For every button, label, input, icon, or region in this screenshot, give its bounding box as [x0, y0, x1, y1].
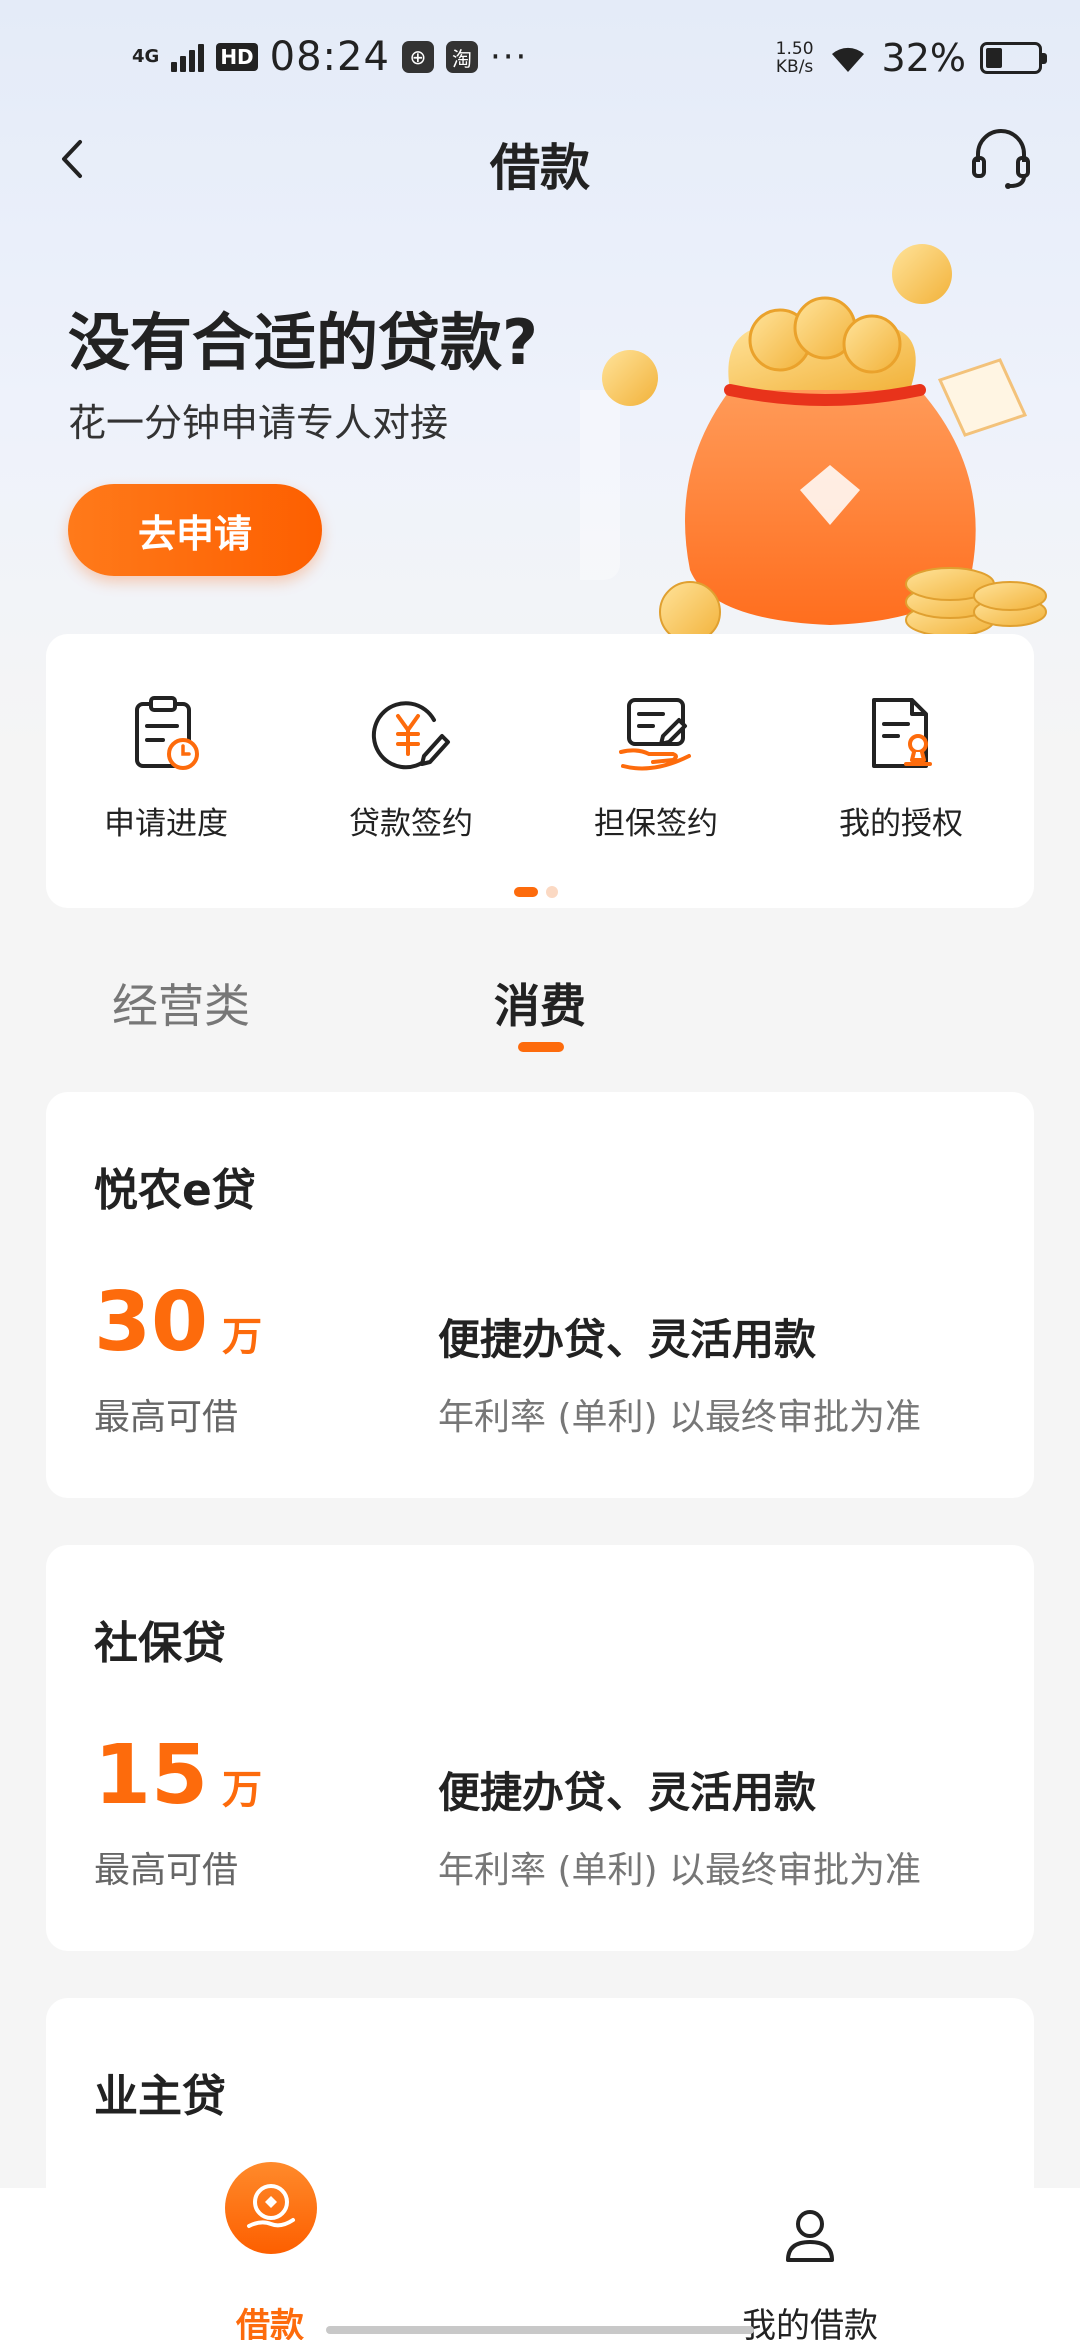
- apply-button[interactable]: 去申请: [68, 484, 322, 576]
- quick-item-application-progress[interactable]: 申请进度: [66, 690, 266, 843]
- product-slogan: 便捷办贷、灵活用款: [438, 1768, 817, 1817]
- home-indicator: [326, 2326, 754, 2334]
- signal-icon: [171, 42, 205, 72]
- quick-item-my-authorization[interactable]: 我的授权: [801, 690, 1001, 843]
- quick-item-label: 申请进度: [104, 806, 228, 842]
- wifi-icon: [831, 47, 864, 72]
- battery-level: [986, 48, 1002, 68]
- hand-document-icon: [619, 698, 691, 771]
- product-name: 悦农e贷: [94, 1165, 256, 1216]
- quick-item-guarantee-signing[interactable]: 担保签约: [556, 690, 756, 843]
- product-name: 社保贷: [94, 1618, 226, 1669]
- money-bag-illustration: [580, 244, 1047, 640]
- max-amount: 30 万: [94, 1282, 262, 1364]
- banner-subtitle: 花一分钟申请专人对接: [68, 401, 449, 445]
- max-amount-unit: 万: [222, 1767, 263, 1813]
- max-amount-caption: 最高可借: [94, 1397, 239, 1438]
- product-name: 业主贷: [94, 2071, 226, 2122]
- max-amount: 15 万: [94, 1735, 262, 1817]
- battery-icon: [980, 42, 1047, 74]
- max-amount-unit: 万: [222, 1314, 263, 1360]
- taobao-notification-icon: 淘: [445, 41, 478, 73]
- bottom-navigation: 借款 我的借款: [0, 2162, 1080, 2340]
- document-stamp-icon: [872, 698, 932, 768]
- product-card-social-security-loan[interactable]: 社保贷 15 万 最高可借 便捷办贷、灵活用款 年利率 (单利) 以最终审批为准: [46, 1545, 1034, 1951]
- page-dot: [546, 886, 558, 898]
- max-amount-value: 30: [94, 1275, 209, 1370]
- network-speed-value: 1.50: [775, 39, 814, 59]
- hd-badge: HD: [216, 43, 258, 71]
- max-amount-value: 15: [94, 1728, 209, 1823]
- nav-item-loan[interactable]: 借款: [120, 2162, 420, 2340]
- quick-item-loan-signing[interactable]: 贷款签约: [311, 690, 511, 843]
- header: 借款: [0, 110, 1080, 210]
- network-speed-unit: KB/s: [775, 57, 814, 77]
- more-notifications-icon: ···: [489, 37, 529, 77]
- product-rate-note: 年利率 (单利) 以最终审批为准: [438, 1850, 921, 1891]
- clipboard-clock-icon: [135, 696, 199, 770]
- loan-icon: [247, 2184, 295, 2228]
- carousel-page-indicator: [514, 886, 558, 898]
- nav-item-my-loans[interactable]: 我的借款: [660, 2188, 960, 2340]
- product-rate-note: 年利率 (单利) 以最终审批为准: [438, 1397, 921, 1438]
- nav-loan-circle: [225, 2162, 317, 2254]
- notification-app-icon: ⊕: [401, 41, 434, 73]
- network-speed: 1.50 KB/s: [776, 40, 814, 76]
- quick-item-label: 贷款签约: [349, 806, 473, 842]
- tab-consumer[interactable]: 消费: [494, 970, 586, 1036]
- status-time: 08:24: [269, 34, 390, 80]
- product-slogan: 便捷办贷、灵活用款: [438, 1315, 817, 1364]
- yuan-sign-icon: [371, 701, 450, 770]
- quick-menu-card: 申请进度 贷款签约 担保签约 我的授权: [46, 634, 1034, 908]
- tab-business[interactable]: 经营类: [112, 970, 250, 1036]
- max-amount-caption: 最高可借: [94, 1850, 239, 1891]
- quick-item-label: 我的授权: [839, 806, 963, 842]
- quick-item-label: 担保签约: [594, 806, 718, 842]
- network-type: 4G: [132, 46, 160, 67]
- status-bar: 4G HD 08:24 ⊕ 淘 ··· 1.50 KB/s 32%: [0, 0, 1080, 120]
- page-dot-active: [514, 887, 538, 897]
- customer-service-button[interactable]: [970, 126, 1032, 192]
- battery-percent: 32%: [881, 36, 966, 80]
- banner-title: 没有合适的贷款?: [68, 306, 538, 379]
- headset-icon: [972, 129, 1030, 189]
- page-title: 借款: [490, 139, 590, 197]
- user-icon: [786, 2210, 834, 2262]
- active-tab-indicator: [518, 1042, 564, 1052]
- product-card-yuenong-e-loan[interactable]: 悦农e贷 30 万 最高可借 便捷办贷、灵活用款 年利率 (单利) 以最终审批为…: [46, 1092, 1034, 1498]
